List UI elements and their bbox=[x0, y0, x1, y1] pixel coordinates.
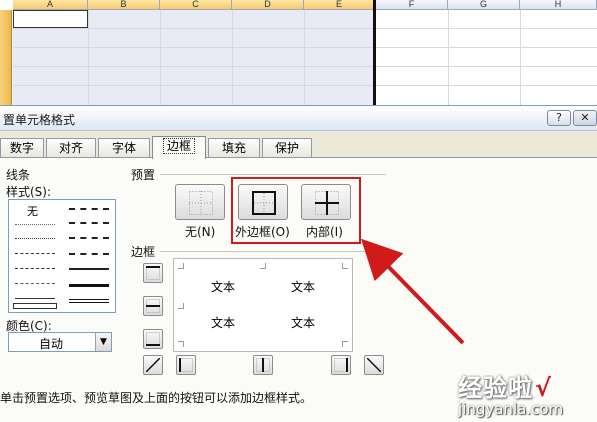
tab-strip: 数字 对齐 字体 边框 填充 保护 bbox=[0, 136, 597, 159]
watermark-main-text: 经验啦 bbox=[458, 374, 533, 402]
annotation-arrow-icon bbox=[361, 238, 465, 345]
border-left-icon bbox=[179, 358, 193, 372]
tab-font[interactable]: 字体 bbox=[98, 138, 150, 158]
color-value: 自动 bbox=[39, 337, 64, 351]
grid-line bbox=[88, 10, 89, 105]
line-style-medium-dashed[interactable] bbox=[69, 253, 109, 255]
column-header-b[interactable]: B bbox=[88, 0, 160, 10]
border-divider bbox=[160, 251, 386, 252]
diagonal-up-icon bbox=[146, 358, 160, 372]
column-header-g[interactable]: G bbox=[448, 0, 520, 10]
tab-border[interactable]: 边框 bbox=[152, 136, 206, 159]
watermark-url: jingyanla.com bbox=[458, 400, 564, 418]
preset-none-label: 无(N) bbox=[185, 225, 216, 239]
corner-mark bbox=[178, 263, 184, 269]
column-header-a[interactable]: A bbox=[13, 0, 88, 10]
border-inside-horizontal-button[interactable] bbox=[143, 296, 163, 316]
watermark-logo: 经验啦√ bbox=[458, 368, 552, 403]
line-style-slant-dash-dot[interactable] bbox=[69, 222, 109, 224]
dialog-titlebar[interactable]: 置单元格格式 ? ✕ bbox=[0, 106, 597, 131]
grid-line bbox=[520, 10, 521, 105]
border-middle-horizontal-icon bbox=[146, 299, 160, 313]
column-header-e[interactable]: E bbox=[304, 0, 375, 10]
border-diagonal-up-button[interactable] bbox=[143, 355, 163, 375]
grid-line bbox=[232, 10, 233, 105]
column-header-c[interactable]: C bbox=[160, 0, 232, 10]
line-style-medium-dash-dot[interactable] bbox=[69, 237, 109, 239]
row-header-gutter[interactable] bbox=[0, 10, 12, 105]
corner-mark bbox=[260, 263, 266, 269]
active-cell[interactable] bbox=[13, 10, 88, 28]
grid-line bbox=[448, 10, 449, 105]
tab-border-label: 边框 bbox=[162, 138, 195, 154]
hint-text: 单击预置选项、预览草图及上面的按钮可以添加边框样式。 bbox=[0, 391, 313, 405]
border-section-label: 边框 bbox=[131, 245, 156, 259]
spreadsheet-grid[interactable]: A B C D E F G H bbox=[0, 0, 597, 105]
close-button[interactable]: ✕ bbox=[573, 110, 597, 126]
preset-none-button[interactable] bbox=[175, 184, 225, 220]
preview-text: 文本 bbox=[291, 316, 316, 330]
line-style-list[interactable]: 无 bbox=[8, 199, 116, 313]
dialog-title: 置单元格格式 bbox=[3, 113, 76, 127]
help-button[interactable]: ? bbox=[547, 110, 571, 126]
line-section-label: 线条 bbox=[6, 168, 31, 182]
line-style-double[interactable] bbox=[69, 299, 109, 303]
preview-text: 文本 bbox=[211, 316, 236, 330]
line-style-medium[interactable] bbox=[69, 268, 109, 270]
line-style-thick[interactable] bbox=[69, 284, 109, 287]
line-style-dash-dot-dot[interactable] bbox=[15, 253, 55, 254]
range-border bbox=[373, 0, 376, 105]
border-bottom-icon bbox=[146, 332, 160, 346]
column-header-f[interactable]: F bbox=[376, 0, 448, 10]
corner-mark bbox=[178, 303, 184, 309]
border-preview[interactable]: 文本 文本 文本 文本 bbox=[173, 258, 353, 352]
grid-line bbox=[13, 47, 597, 48]
line-style-dashed[interactable] bbox=[15, 283, 55, 284]
column-header-h[interactable]: H bbox=[520, 0, 597, 10]
line-style-label: 样式(S): bbox=[6, 185, 52, 199]
line-style-dotted[interactable] bbox=[15, 238, 55, 239]
line-style-selected-thin[interactable] bbox=[13, 303, 57, 309]
grid-line bbox=[13, 66, 597, 67]
border-bottom-button[interactable] bbox=[143, 329, 163, 349]
line-style-hair[interactable] bbox=[15, 224, 55, 225]
border-inside-vertical-button[interactable] bbox=[253, 355, 273, 375]
diagonal-down-icon bbox=[367, 358, 381, 372]
border-diagonal-down-button[interactable] bbox=[364, 355, 384, 375]
grid-line bbox=[13, 28, 597, 29]
line-style-dash-dot[interactable] bbox=[15, 268, 55, 269]
color-select[interactable]: 自动 ▼ bbox=[8, 332, 112, 352]
presets-section-label: 预置 bbox=[131, 168, 156, 182]
corner-mark bbox=[178, 341, 184, 347]
line-style-medium-dash-dot-dot[interactable] bbox=[69, 208, 109, 210]
chevron-down-icon[interactable]: ▼ bbox=[95, 333, 111, 351]
no-border-icon bbox=[189, 191, 213, 215]
tab-number[interactable]: 数字 bbox=[0, 138, 44, 158]
presets-divider bbox=[160, 174, 386, 175]
border-middle-vertical-icon bbox=[256, 358, 270, 372]
tab-protection[interactable]: 保护 bbox=[262, 138, 312, 158]
line-style-thin[interactable] bbox=[15, 298, 55, 299]
column-header-d[interactable]: D bbox=[232, 0, 304, 10]
border-right-icon bbox=[334, 358, 348, 372]
line-style-none[interactable]: 无 bbox=[27, 203, 38, 219]
border-right-button[interactable] bbox=[331, 355, 351, 375]
border-top-icon bbox=[146, 266, 160, 280]
grid-line bbox=[160, 10, 161, 105]
grid-line bbox=[13, 85, 597, 86]
border-left-button[interactable] bbox=[176, 355, 196, 375]
presets-highlight-box bbox=[231, 177, 361, 244]
tab-alignment[interactable]: 对齐 bbox=[46, 138, 96, 158]
tab-fill[interactable]: 填充 bbox=[208, 138, 260, 158]
corner-mark bbox=[342, 341, 348, 347]
watermark-check: √ bbox=[535, 374, 553, 402]
border-top-button[interactable] bbox=[143, 263, 163, 283]
preview-text: 文本 bbox=[211, 280, 236, 294]
corner-mark bbox=[342, 263, 348, 269]
preview-text: 文本 bbox=[291, 280, 316, 294]
grid-line bbox=[304, 10, 305, 105]
format-cells-dialog: 置单元格格式 ? ✕ 数字 对齐 字体 边框 填充 保护 线条 样式(S): 无… bbox=[0, 105, 597, 422]
